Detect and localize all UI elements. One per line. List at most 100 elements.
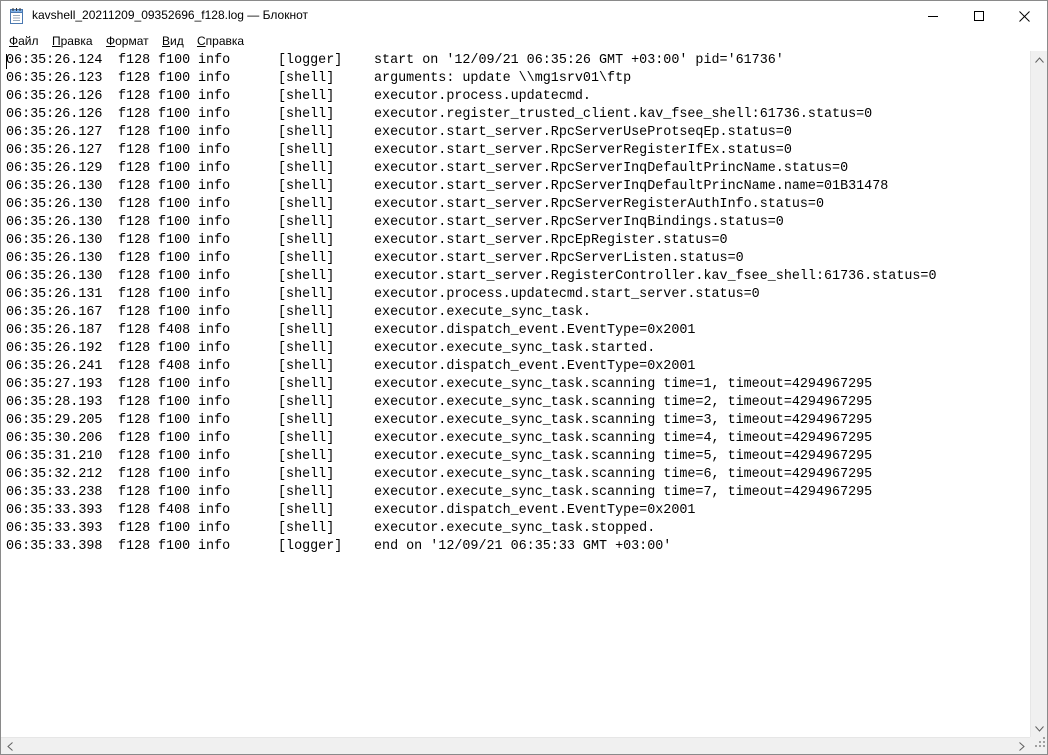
log-pid: f128 [118,359,151,374]
log-pid: f128 [118,125,151,140]
menu-format[interactable]: Формат [106,34,149,48]
log-source: [shell] [278,215,335,230]
horizontal-scrollbar[interactable] [1,737,1030,754]
vertical-scrollbar[interactable] [1030,51,1047,737]
log-pid: f128 [118,377,151,392]
menu-format-accel: Ф [106,34,116,48]
log-source: [shell] [278,449,335,464]
log-source: [shell] [278,503,335,518]
log-message: executor.start_server.RpcServerInqDefaul… [374,179,889,194]
log-tid: f100 [158,71,191,86]
log-source: [shell] [278,251,335,266]
log-pid: f128 [118,233,151,248]
log-tid: f100 [158,197,191,212]
log-source: [shell] [278,71,335,86]
log-level: info [198,539,231,554]
log-tid: f100 [158,251,191,266]
log-source: [shell] [278,197,335,212]
title-bar[interactable]: kavshell_20211209_09352696_f128.log — Бл… [1,1,1047,31]
log-tid: f100 [158,467,191,482]
log-time: 06:35:33.393 [6,521,103,536]
close-button[interactable] [1001,1,1047,31]
log-source: [shell] [278,305,335,320]
log-level: info [198,179,231,194]
log-level: info [198,251,231,266]
log-pid: f128 [118,323,151,338]
log-message: executor.dispatch_event.EventType=0x2001 [374,359,696,374]
log-message: executor.execute_sync_task.started. [374,341,656,356]
log-tid: f408 [158,323,191,338]
notepad-icon [10,8,24,24]
log-pid: f128 [118,197,151,212]
log-source: [shell] [278,107,335,122]
text-editor[interactable]: 06:35:26.124 f128 f100 info [logger] start on… [1,51,1030,737]
log-tid: f100 [158,413,191,428]
log-time: 06:35:26.127 [6,125,103,140]
log-message: executor.execute_sync_task.scanning time… [374,431,873,446]
log-time: 06:35:26.130 [6,269,103,284]
log-message: executor.dispatch_event.EventType=0x2001 [374,323,696,338]
log-time: 06:35:26.129 [6,161,103,176]
log-pid: f128 [118,431,151,446]
menu-view-label: ид [170,34,184,48]
log-message: executor.start_server.RpcServerInqDefaul… [374,161,849,176]
menu-help-label: правка [205,34,245,48]
log-time: 06:35:33.393 [6,503,103,518]
log-message: executor.dispatch_event.EventType=0x2001 [374,503,696,518]
log-source: [shell] [278,143,335,158]
log-level: info [198,467,231,482]
log-tid: f100 [158,215,191,230]
menu-bar: Файл Правка Формат Вид Справка [1,31,1047,51]
log-pid: f128 [118,269,151,284]
log-source: [shell] [278,395,335,410]
log-level: info [198,341,231,356]
log-tid: f100 [158,53,191,68]
log-tid: f100 [158,107,191,122]
scroll-up-icon[interactable] [1031,51,1047,68]
log-message: executor.execute_sync_task.stopped. [374,521,656,536]
log-level: info [198,125,231,140]
scroll-right-icon[interactable] [1013,738,1030,754]
log-message: executor.execute_sync_task.scanning time… [374,413,873,428]
log-pid: f128 [118,89,151,104]
log-pid: f128 [118,143,151,158]
log-message: executor.start_server.RpcEpRegister.stat… [374,233,728,248]
menu-format-label: ормат [115,34,149,48]
log-message: end on '12/09/21 06:35:33 GMT +03:00' [374,539,672,554]
scrollbar-corner [1030,737,1047,754]
log-level: info [198,413,231,428]
log-time: 06:35:30.206 [6,431,103,446]
menu-edit-label: равка [60,34,93,48]
log-level: info [198,89,231,104]
maximize-button[interactable] [956,1,1002,31]
menu-file[interactable]: Файл [9,34,39,48]
resize-grip-icon[interactable] [1035,734,1045,752]
log-pid: f128 [118,287,151,302]
log-time: 06:35:26.130 [6,179,103,194]
minimize-button[interactable] [910,1,956,31]
menu-edit[interactable]: Правка [52,34,93,48]
log-source: [shell] [278,323,335,338]
log-tid: f100 [158,341,191,356]
log-source: [shell] [278,89,335,104]
log-level: info [198,377,231,392]
log-pid: f128 [118,305,151,320]
log-message: executor.start_server.RpcServerInqBindin… [374,215,784,230]
log-time: 06:35:26.124 [6,53,103,68]
log-tid: f100 [158,161,191,176]
scroll-left-icon[interactable] [1,738,18,754]
menu-help[interactable]: Справка [197,34,244,48]
log-tid: f100 [158,431,191,446]
log-pid: f128 [118,53,151,68]
menu-view[interactable]: Вид [162,34,184,48]
log-message: executor.execute_sync_task.scanning time… [374,467,873,482]
log-time: 06:35:26.192 [6,341,103,356]
log-level: info [198,485,231,500]
log-tid: f100 [158,269,191,284]
log-source: [shell] [278,179,335,194]
log-message: executor.execute_sync_task.scanning time… [374,395,873,410]
menu-file-label: айл [18,34,39,48]
log-time: 06:35:26.130 [6,215,103,230]
log-source: [shell] [278,287,335,302]
log-source: [shell] [278,377,335,392]
